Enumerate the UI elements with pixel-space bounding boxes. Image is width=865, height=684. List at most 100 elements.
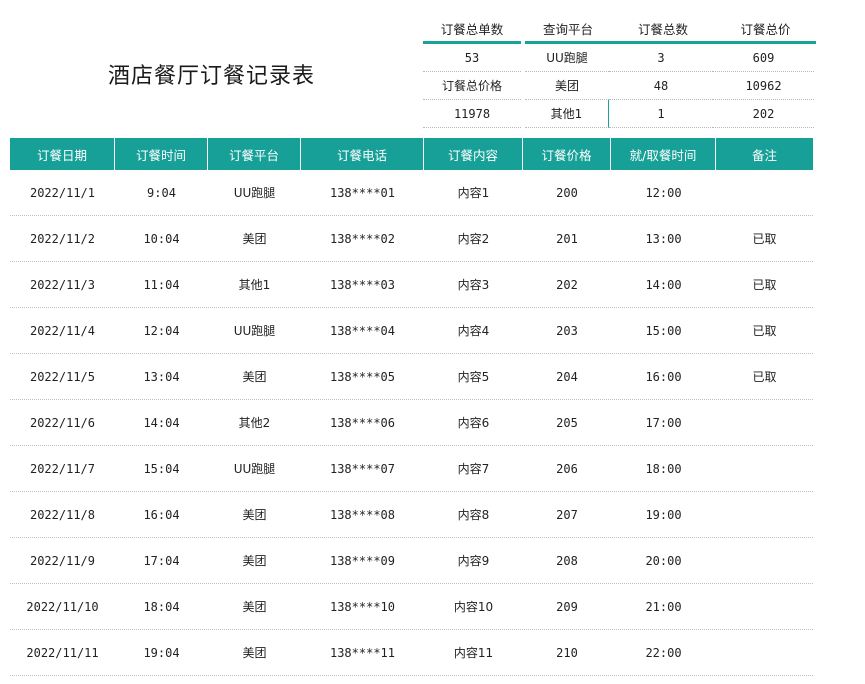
content-cell[interactable]: 内容2: [424, 216, 523, 261]
platform-cell[interactable]: 美团: [208, 538, 301, 583]
pickup-time-cell[interactable]: 16:00: [611, 354, 716, 399]
platform-cell[interactable]: UU跑腿: [208, 446, 301, 491]
column-header-order-date[interactable]: 订餐日期: [10, 138, 115, 170]
pickup-time-cell[interactable]: 21:00: [611, 584, 716, 629]
phone-cell[interactable]: 138****06: [301, 400, 424, 445]
content-cell[interactable]: 内容5: [424, 354, 523, 399]
content-cell[interactable]: 内容7: [424, 446, 523, 491]
remarks-cell[interactable]: [716, 170, 813, 215]
time-cell[interactable]: 11:04: [115, 262, 208, 307]
price-cell[interactable]: 202: [523, 262, 611, 307]
pickup-time-cell[interactable]: 18:00: [611, 446, 716, 491]
time-cell[interactable]: 13:04: [115, 354, 208, 399]
column-header-order-platform[interactable]: 订餐平台: [208, 138, 301, 170]
price-cell[interactable]: 210: [523, 630, 611, 675]
content-cell[interactable]: 内容11: [424, 630, 523, 675]
phone-cell[interactable]: 138****03: [301, 262, 424, 307]
remarks-cell[interactable]: 已取: [716, 262, 813, 307]
price-cell[interactable]: 201: [523, 216, 611, 261]
content-cell[interactable]: 内容9: [424, 538, 523, 583]
pickup-time-cell[interactable]: 17:00: [611, 400, 716, 445]
price-cell[interactable]: 203: [523, 308, 611, 353]
content-cell[interactable]: 内容10: [424, 584, 523, 629]
phone-cell[interactable]: 138****11: [301, 630, 424, 675]
remarks-cell[interactable]: [716, 400, 813, 445]
time-cell[interactable]: 15:04: [115, 446, 208, 491]
date-cell[interactable]: 2022/11/11: [10, 630, 115, 675]
summary-platform-cell[interactable]: UU跑腿: [525, 44, 609, 72]
pickup-time-cell[interactable]: 20:00: [611, 538, 716, 583]
summary-platform-cell[interactable]: 美团: [525, 72, 609, 100]
content-cell[interactable]: 内容4: [424, 308, 523, 353]
date-cell[interactable]: 2022/11/10: [10, 584, 115, 629]
price-cell[interactable]: 206: [523, 446, 611, 491]
summary-cell[interactable]: 订餐总价格: [423, 72, 521, 100]
summary-cell[interactable]: 48: [609, 72, 713, 100]
price-cell[interactable]: 200: [523, 170, 611, 215]
content-cell[interactable]: 内容3: [424, 262, 523, 307]
time-cell[interactable]: 18:04: [115, 584, 208, 629]
phone-cell[interactable]: 138****02: [301, 216, 424, 261]
remarks-cell[interactable]: [716, 584, 813, 629]
phone-cell[interactable]: 138****07: [301, 446, 424, 491]
date-cell[interactable]: 2022/11/2: [10, 216, 115, 261]
summary-cell[interactable]: 609: [713, 44, 814, 72]
summary-cell[interactable]: 10962: [713, 72, 814, 100]
date-cell[interactable]: 2022/11/7: [10, 446, 115, 491]
date-cell[interactable]: 2022/11/8: [10, 492, 115, 537]
time-cell[interactable]: 9:04: [115, 170, 208, 215]
time-cell[interactable]: 10:04: [115, 216, 208, 261]
summary-cell[interactable]: 202: [713, 100, 814, 128]
pickup-time-cell[interactable]: 13:00: [611, 216, 716, 261]
content-cell[interactable]: 内容8: [424, 492, 523, 537]
content-cell[interactable]: 内容6: [424, 400, 523, 445]
column-header-order-time[interactable]: 订餐时间: [115, 138, 208, 170]
pickup-time-cell[interactable]: 22:00: [611, 630, 716, 675]
column-header-order-content[interactable]: 订餐内容: [424, 138, 523, 170]
time-cell[interactable]: 14:04: [115, 400, 208, 445]
column-header-remarks[interactable]: 备注: [716, 138, 813, 170]
column-header-pickup-time[interactable]: 就/取餐时间: [611, 138, 716, 170]
platform-cell[interactable]: 美团: [208, 492, 301, 537]
summary-cell[interactable]: 11978: [423, 100, 521, 128]
date-cell[interactable]: 2022/11/4: [10, 308, 115, 353]
price-cell[interactable]: 205: [523, 400, 611, 445]
column-header-order-price[interactable]: 订餐价格: [523, 138, 611, 170]
price-cell[interactable]: 207: [523, 492, 611, 537]
time-cell[interactable]: 19:04: [115, 630, 208, 675]
platform-cell[interactable]: UU跑腿: [208, 308, 301, 353]
remarks-cell[interactable]: [716, 492, 813, 537]
summary-cell[interactable]: 53: [423, 44, 521, 72]
date-cell[interactable]: 2022/11/1: [10, 170, 115, 215]
remarks-cell[interactable]: [716, 446, 813, 491]
pickup-time-cell[interactable]: 14:00: [611, 262, 716, 307]
phone-cell[interactable]: 138****01: [301, 170, 424, 215]
platform-cell[interactable]: 其他2: [208, 400, 301, 445]
price-cell[interactable]: 208: [523, 538, 611, 583]
date-cell[interactable]: 2022/11/5: [10, 354, 115, 399]
pickup-time-cell[interactable]: 19:00: [611, 492, 716, 537]
remarks-cell[interactable]: 已取: [716, 354, 813, 399]
date-cell[interactable]: 2022/11/3: [10, 262, 115, 307]
column-header-order-phone[interactable]: 订餐电话: [301, 138, 424, 170]
summary-cell[interactable]: 1: [609, 100, 713, 128]
platform-cell[interactable]: 其他1: [208, 262, 301, 307]
phone-cell[interactable]: 138****04: [301, 308, 424, 353]
platform-cell[interactable]: 美团: [208, 584, 301, 629]
phone-cell[interactable]: 138****09: [301, 538, 424, 583]
platform-cell[interactable]: 美团: [208, 354, 301, 399]
phone-cell[interactable]: 138****08: [301, 492, 424, 537]
pickup-time-cell[interactable]: 15:00: [611, 308, 716, 353]
platform-cell[interactable]: UU跑腿: [208, 170, 301, 215]
date-cell[interactable]: 2022/11/6: [10, 400, 115, 445]
remarks-cell[interactable]: [716, 538, 813, 583]
time-cell[interactable]: 12:04: [115, 308, 208, 353]
pickup-time-cell[interactable]: 12:00: [611, 170, 716, 215]
phone-cell[interactable]: 138****05: [301, 354, 424, 399]
time-cell[interactable]: 17:04: [115, 538, 208, 583]
remarks-cell[interactable]: 已取: [716, 308, 813, 353]
date-cell[interactable]: 2022/11/9: [10, 538, 115, 583]
summary-platform-cell[interactable]: 其他1: [525, 100, 609, 128]
platform-cell[interactable]: 美团: [208, 630, 301, 675]
summary-cell[interactable]: 3: [609, 44, 713, 72]
